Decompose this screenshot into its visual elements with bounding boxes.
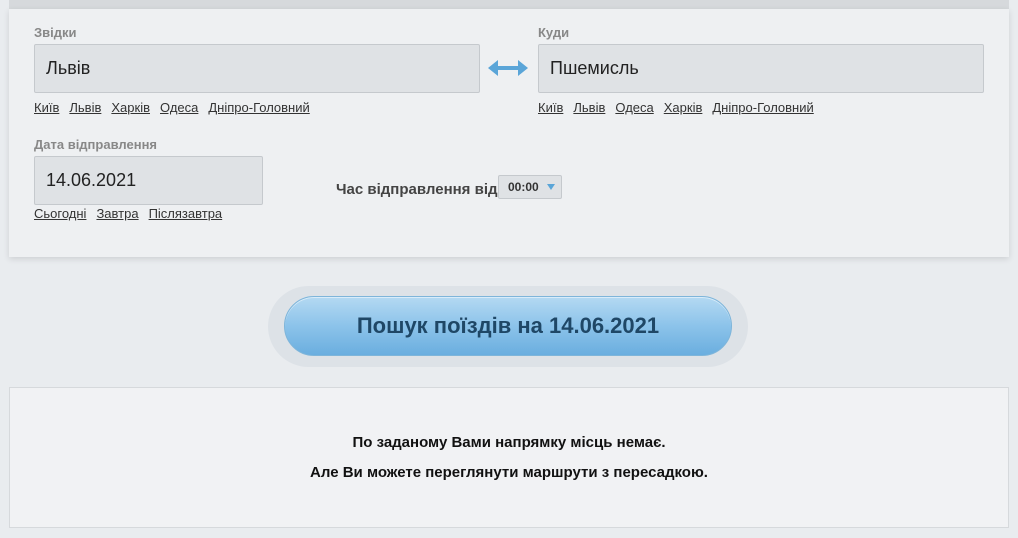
swap-arrows-icon[interactable] xyxy=(488,58,528,78)
from-quick-links: Київ Львів Харків Одеса Дніпро-Головний xyxy=(34,100,320,115)
from-link-kyiv[interactable]: Київ xyxy=(34,100,59,115)
to-label: Куди xyxy=(538,25,570,40)
from-link-odesa[interactable]: Одеса xyxy=(160,100,198,115)
to-link-lviv[interactable]: Львів xyxy=(573,100,605,115)
date-label: Дата відправлення xyxy=(34,137,158,152)
to-link-dnipro[interactable]: Дніпро-Головний xyxy=(712,100,813,115)
result-panel: По заданому Вами напрямку місць немає. А… xyxy=(9,387,1009,528)
time-label: Час відправлення від xyxy=(336,181,498,198)
from-input[interactable] xyxy=(34,44,480,93)
to-link-odesa[interactable]: Одеса xyxy=(615,100,653,115)
transfer-routes-message: Але Ви можете переглянути маршрути з пер… xyxy=(310,464,708,481)
to-quick-links: Київ Львів Одеса Харків Дніпро-Головний xyxy=(538,100,824,115)
search-button-frame: Пошук поїздів на 14.06.2021 xyxy=(268,286,748,367)
date-quick-links: Сьогодні Завтра Післязавтра xyxy=(34,206,232,221)
top-strip xyxy=(9,0,1009,9)
from-label: Звідки xyxy=(34,25,77,40)
to-link-kharkiv[interactable]: Харків xyxy=(664,100,703,115)
search-trains-button[interactable]: Пошук поїздів на 14.06.2021 xyxy=(284,296,732,356)
time-value: 00:00 xyxy=(508,180,539,194)
no-seats-message: По заданому Вами напрямку місць немає. xyxy=(352,434,666,451)
from-link-dnipro[interactable]: Дніпро-Головний xyxy=(208,100,309,115)
time-select[interactable]: 00:00 xyxy=(498,175,562,199)
from-link-kharkiv[interactable]: Харків xyxy=(111,100,150,115)
date-link-today[interactable]: Сьогодні xyxy=(34,206,86,221)
chevron-down-icon xyxy=(547,184,555,190)
to-input[interactable] xyxy=(538,44,984,93)
from-link-lviv[interactable]: Львів xyxy=(69,100,101,115)
date-link-day-after-tomorrow[interactable]: Післязавтра xyxy=(149,206,223,221)
date-input[interactable] xyxy=(34,156,263,205)
to-link-kyiv[interactable]: Київ xyxy=(538,100,563,115)
date-link-tomorrow[interactable]: Завтра xyxy=(96,206,138,221)
